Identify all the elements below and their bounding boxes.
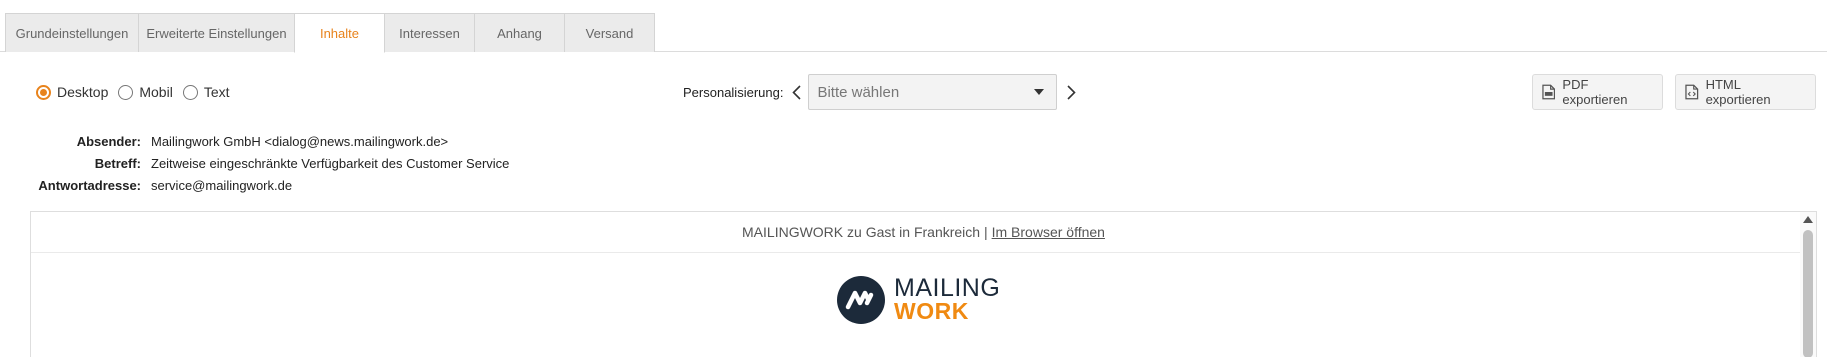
view-mode-desktop[interactable]: Desktop (36, 84, 108, 100)
view-mode-mobil[interactable]: Mobil (118, 84, 173, 100)
tab-grundeinstellungen[interactable]: Grundeinstellungen (5, 13, 139, 52)
sender-row: Absender: Mailingwork GmbH <dialog@news.… (0, 130, 800, 152)
subject-row: Betreff: Zeitweise eingeschränkte Verfüg… (0, 152, 800, 174)
sender-label: Absender: (76, 133, 141, 149)
logo-line-1: MAILING (894, 274, 1001, 302)
chevron-right-icon[interactable] (1062, 74, 1080, 110)
personalisierung-control: Personalisierung: Bitte wählen (683, 74, 1080, 110)
personalisierung-select-value: Bitte wählen (817, 83, 900, 101)
pdf-file-icon (1542, 84, 1556, 100)
caret-down-icon (1034, 89, 1045, 95)
mailingwork-logo-icon (837, 276, 885, 324)
reply-row: Antwortadresse: service@mailingwork.de (0, 174, 800, 196)
html-file-icon (1685, 84, 1699, 100)
tab-versand[interactable]: Versand (564, 13, 655, 52)
subject-value: Zeitweise eingeschränkte Verfügbarkeit d… (151, 155, 510, 171)
reply-value: service@mailingwork.de (151, 177, 293, 193)
mail-meta: Absender: Mailingwork GmbH <dialog@news.… (0, 130, 800, 196)
tab-bar: Grundeinstellungen Erweiterte Einstellun… (0, 0, 1827, 53)
personalisierung-label: Personalisierung: (683, 84, 784, 100)
radio-mobil[interactable] (118, 84, 134, 100)
tab-inhalte[interactable]: Inhalte (294, 13, 385, 53)
view-mode-text[interactable]: Text (182, 84, 230, 100)
reply-label: Antwortadresse: (38, 177, 141, 193)
view-mode-text-label: Text (203, 84, 230, 100)
html-export-button[interactable]: HTML exportieren (1675, 74, 1816, 110)
pdf-export-button[interactable]: PDF exportieren (1532, 74, 1663, 110)
chevron-left-icon[interactable] (787, 74, 805, 110)
html-export-label: HTML exportieren (1705, 77, 1771, 107)
scroll-up-arrow-icon[interactable] (1803, 216, 1813, 223)
view-mode-group: Desktop Mobil Text (36, 83, 240, 101)
radio-desktop[interactable] (36, 84, 51, 100)
tab-anhang[interactable]: Anhang (474, 13, 565, 52)
preview-scrollbar[interactable] (1800, 212, 1816, 357)
view-mode-desktop-label: Desktop (57, 84, 109, 100)
preview-header: MAILINGWORK zu Gast in Frankreich | Im B… (31, 212, 1816, 253)
logo-line-2: WORK (894, 298, 969, 324)
pdf-export-label: PDF exportieren (1562, 77, 1628, 107)
sender-value: Mailingwork GmbH <dialog@news.mailingwor… (151, 133, 449, 149)
tab-erweiterte-einstellungen[interactable]: Erweiterte Einstellungen (138, 13, 295, 52)
subject-label: Betreff: (94, 155, 141, 171)
logo-wordmark: MAILING WORK (894, 274, 1001, 324)
mail-preview: MAILINGWORK zu Gast in Frankreich | Im B… (30, 211, 1817, 357)
preview-header-text: MAILINGWORK zu Gast in Frankreich | (742, 224, 988, 240)
scroll-thumb[interactable] (1803, 230, 1813, 357)
tab-interessen[interactable]: Interessen (384, 13, 475, 52)
view-mode-mobil-label: Mobil (139, 84, 173, 100)
browser-open-link[interactable]: Im Browser öffnen (992, 224, 1105, 240)
radio-text[interactable] (182, 84, 198, 100)
personalisierung-select[interactable]: Bitte wählen (808, 74, 1058, 110)
mailingwork-logo: MAILING WORK (837, 276, 1000, 324)
